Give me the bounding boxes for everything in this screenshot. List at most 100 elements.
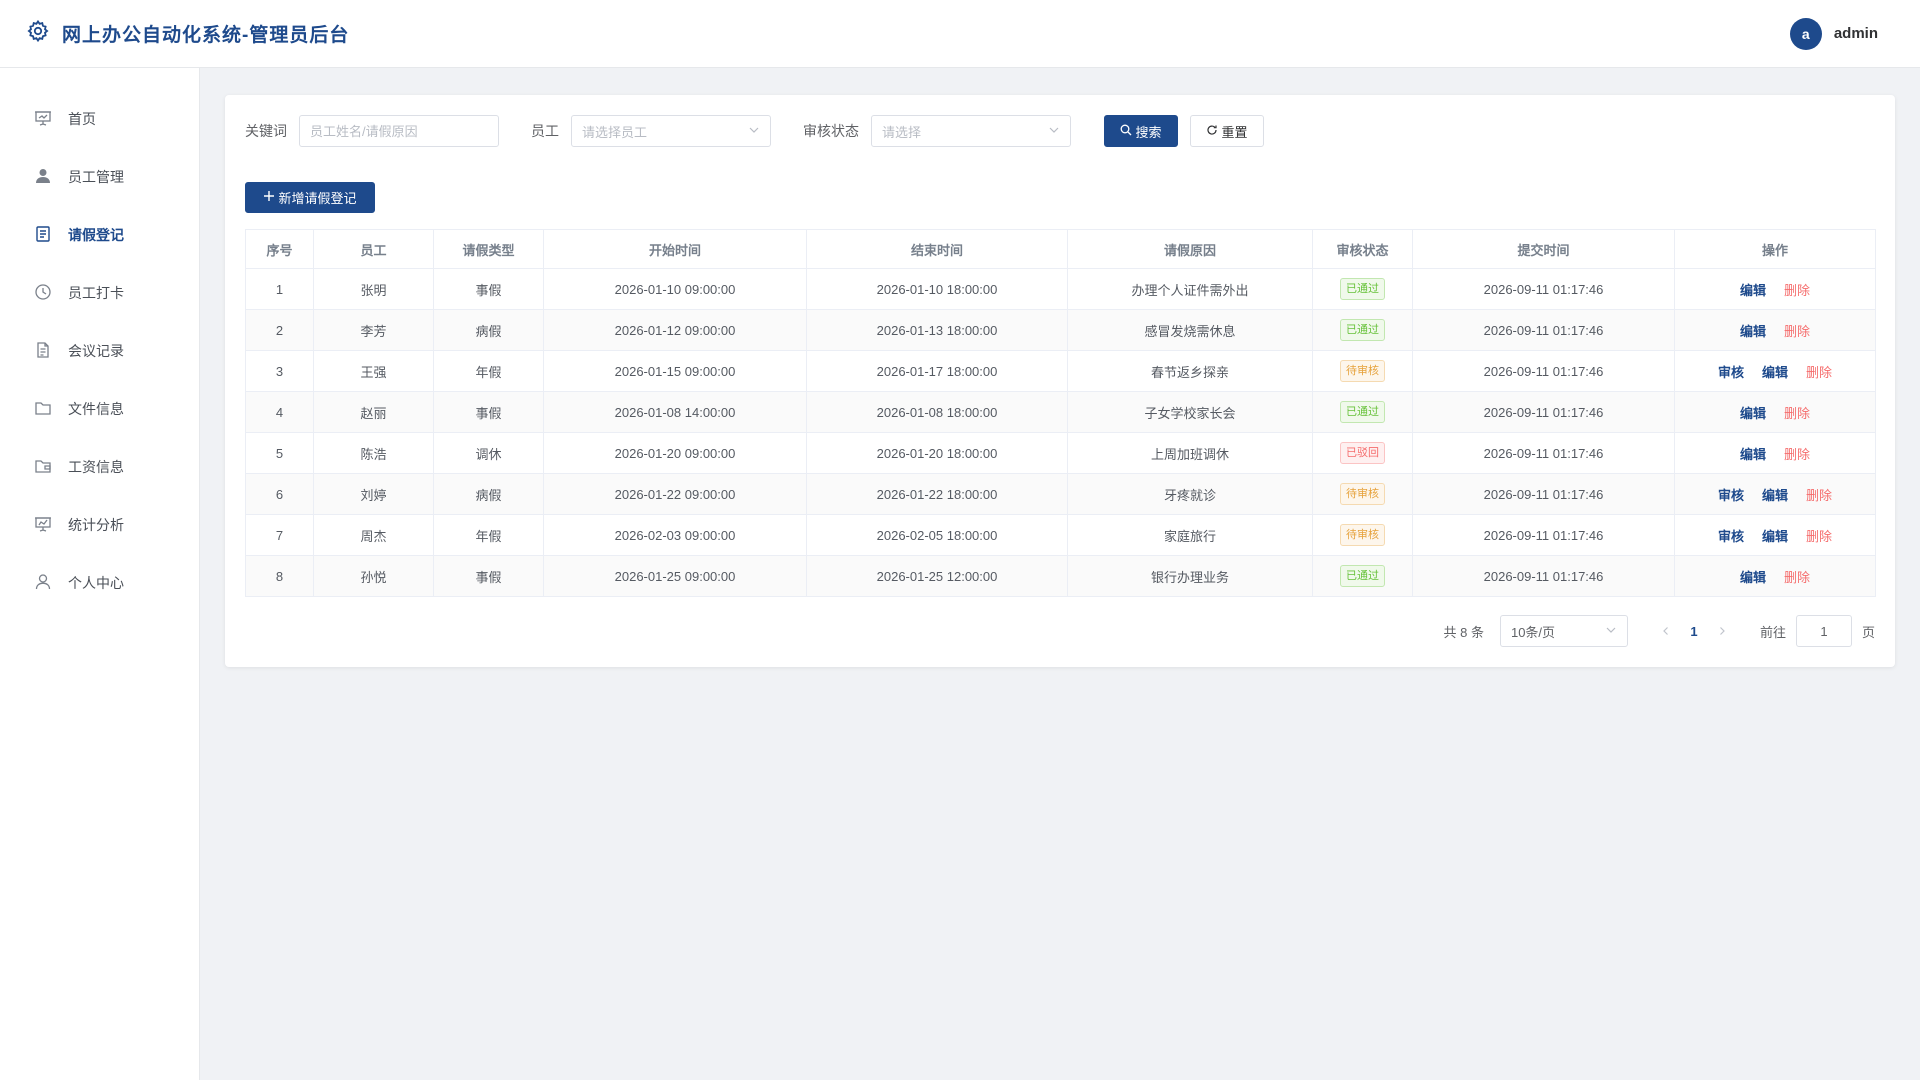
reset-button[interactable]: 重置 <box>1190 115 1264 147</box>
sidebar-item-label: 首页 <box>68 111 96 127</box>
status-badge: 已驳回 <box>1340 442 1385 464</box>
edit-button[interactable]: 编辑 <box>1762 485 1788 504</box>
sidebar-item-salary[interactable]: 工资信息 <box>0 438 199 496</box>
sidebar-item-label: 个人中心 <box>68 575 124 591</box>
review-button[interactable]: 审核 <box>1718 362 1744 381</box>
edit-button[interactable]: 编辑 <box>1740 444 1766 463</box>
cell-type: 调休 <box>433 432 544 474</box>
cell-status: 已通过 <box>1312 555 1413 597</box>
cell-end-time: 2026-02-05 18:00:00 <box>806 514 1068 556</box>
search-button[interactable]: 搜索 <box>1104 115 1178 147</box>
cell-end-time: 2026-01-13 18:00:00 <box>806 309 1068 351</box>
column-header: 开始时间 <box>543 229 807 269</box>
gear-icon <box>26 19 50 48</box>
edit-button[interactable]: 编辑 <box>1762 362 1788 381</box>
cell-employee: 王强 <box>313 350 434 392</box>
cell-submitted-time: 2026-09-11 01:17:46 <box>1412 309 1675 351</box>
cell-end-time: 2026-01-25 12:00:00 <box>806 555 1068 597</box>
edit-button[interactable]: 编辑 <box>1740 280 1766 299</box>
cell-start-time: 2026-01-12 09:00:00 <box>543 309 807 351</box>
edit-button[interactable]: 编辑 <box>1740 321 1766 340</box>
delete-button[interactable]: 删除 <box>1806 485 1832 504</box>
sidebar-item-label: 员工管理 <box>68 169 124 185</box>
sidebar-item-home[interactable]: 首页 <box>0 90 199 148</box>
keyword-input[interactable] <box>310 123 488 139</box>
column-header: 提交时间 <box>1412 229 1675 269</box>
status-badge: 已通过 <box>1340 278 1385 300</box>
sidebar-item-leave[interactable]: 请假登记 <box>0 206 199 264</box>
username[interactable]: admin <box>1834 25 1878 42</box>
table-header-row: 序号 员工 请假类型 开始时间 结束时间 请假原因 审核状态 提交时间 操作 <box>245 229 1876 269</box>
sidebar-item-label: 员工打卡 <box>68 285 124 301</box>
status-label: 审核状态 <box>803 123 859 139</box>
sidebar-item-statistics[interactable]: 统计分析 <box>0 496 199 554</box>
review-button[interactable]: 审核 <box>1718 485 1744 504</box>
user-menu[interactable]: a admin <box>1789 17 1892 50</box>
prev-page-icon[interactable] <box>1652 624 1680 639</box>
cell-no: 7 <box>245 514 314 556</box>
status-badge: 待审核 <box>1340 360 1385 382</box>
delete-button[interactable]: 删除 <box>1806 362 1832 381</box>
cell-type: 病假 <box>433 309 544 351</box>
keyword-label: 关键词 <box>245 123 287 139</box>
column-header: 员工 <box>313 229 434 269</box>
sidebar-item-label: 统计分析 <box>68 517 124 533</box>
sidebar-item-label: 请假登记 <box>68 227 124 243</box>
chart-board-icon <box>34 515 52 536</box>
sidebar-item-files[interactable]: 文件信息 <box>0 380 199 438</box>
sidebar-item-profile[interactable]: 个人中心 <box>0 554 199 612</box>
search-bar: 关键词 员工 请选择员工 审核状态 请选择 搜索 <box>245 115 1875 147</box>
reset-button-label: 重置 <box>1221 124 1248 140</box>
employee-select-placeholder: 请选择员工 <box>582 124 648 140</box>
avatar[interactable]: a <box>1789 17 1822 50</box>
status-select[interactable]: 请选择 <box>871 115 1071 147</box>
leave-records-panel: 关键词 员工 请选择员工 审核状态 请选择 搜索 <box>225 95 1895 667</box>
add-leave-button[interactable]: 新增请假登记 <box>245 182 375 213</box>
plus-icon <box>263 190 275 205</box>
page-size-select[interactable]: 10条/页 <box>1499 615 1628 647</box>
delete-button[interactable]: 删除 <box>1806 526 1832 545</box>
app-title: 网上办公自动化系统-管理员后台 <box>62 25 350 46</box>
review-button[interactable]: 审核 <box>1718 526 1744 545</box>
page-size-value: 10条/页 <box>1510 624 1556 640</box>
table-row: 5 陈浩 调休 2026-01-20 09:00:00 2026-01-20 18:00… <box>245 432 1876 474</box>
delete-button[interactable]: 删除 <box>1784 567 1810 586</box>
cell-start-time: 2026-02-03 09:00:00 <box>543 514 807 556</box>
status-badge: 待审核 <box>1340 524 1385 546</box>
delete-button[interactable]: 删除 <box>1784 403 1810 422</box>
cell-status: 已驳回 <box>1312 432 1413 474</box>
edit-button[interactable]: 编辑 <box>1740 567 1766 586</box>
cell-reason: 家庭旅行 <box>1067 514 1313 556</box>
cell-actions: 编辑 删除 <box>1674 268 1876 310</box>
cell-no: 8 <box>245 555 314 597</box>
page-number-current[interactable]: 1 <box>1680 624 1708 639</box>
row-actions: 编辑 删除 <box>1675 567 1875 586</box>
next-page-icon[interactable] <box>1708 624 1736 639</box>
cell-no: 2 <box>245 309 314 351</box>
employee-select[interactable]: 请选择员工 <box>571 115 771 147</box>
keyword-input-wrapper[interactable] <box>299 115 499 147</box>
cell-employee: 刘婷 <box>313 473 434 515</box>
sidebar-item-attendance[interactable]: 员工打卡 <box>0 264 199 322</box>
cell-end-time: 2026-01-17 18:00:00 <box>806 350 1068 392</box>
sidebar-item-meetings[interactable]: 会议记录 <box>0 322 199 380</box>
delete-button[interactable]: 删除 <box>1784 444 1810 463</box>
sidebar-item-employees[interactable]: 员工管理 <box>0 148 199 206</box>
cell-start-time: 2026-01-15 09:00:00 <box>543 350 807 392</box>
cell-submitted-time: 2026-09-11 01:17:46 <box>1412 268 1675 310</box>
column-header: 请假类型 <box>433 229 544 269</box>
cell-status: 待审核 <box>1312 514 1413 556</box>
edit-button[interactable]: 编辑 <box>1762 526 1788 545</box>
page-suffix: 页 <box>1861 624 1875 640</box>
cell-status: 待审核 <box>1312 350 1413 392</box>
sidebar-item-label: 工资信息 <box>68 459 124 475</box>
cell-actions: 审核 编辑 删除 <box>1674 473 1876 515</box>
cell-actions: 编辑 删除 <box>1674 555 1876 597</box>
table-row: 4 赵丽 事假 2026-01-08 14:00:00 2026-01-08 18:00… <box>245 391 1876 433</box>
goto-page-input[interactable] <box>1795 615 1852 647</box>
delete-button[interactable]: 删除 <box>1784 280 1810 299</box>
edit-button[interactable]: 编辑 <box>1740 403 1766 422</box>
cell-actions: 审核 编辑 删除 <box>1674 514 1876 556</box>
cell-reason: 牙疼就诊 <box>1067 473 1313 515</box>
delete-button[interactable]: 删除 <box>1784 321 1810 340</box>
